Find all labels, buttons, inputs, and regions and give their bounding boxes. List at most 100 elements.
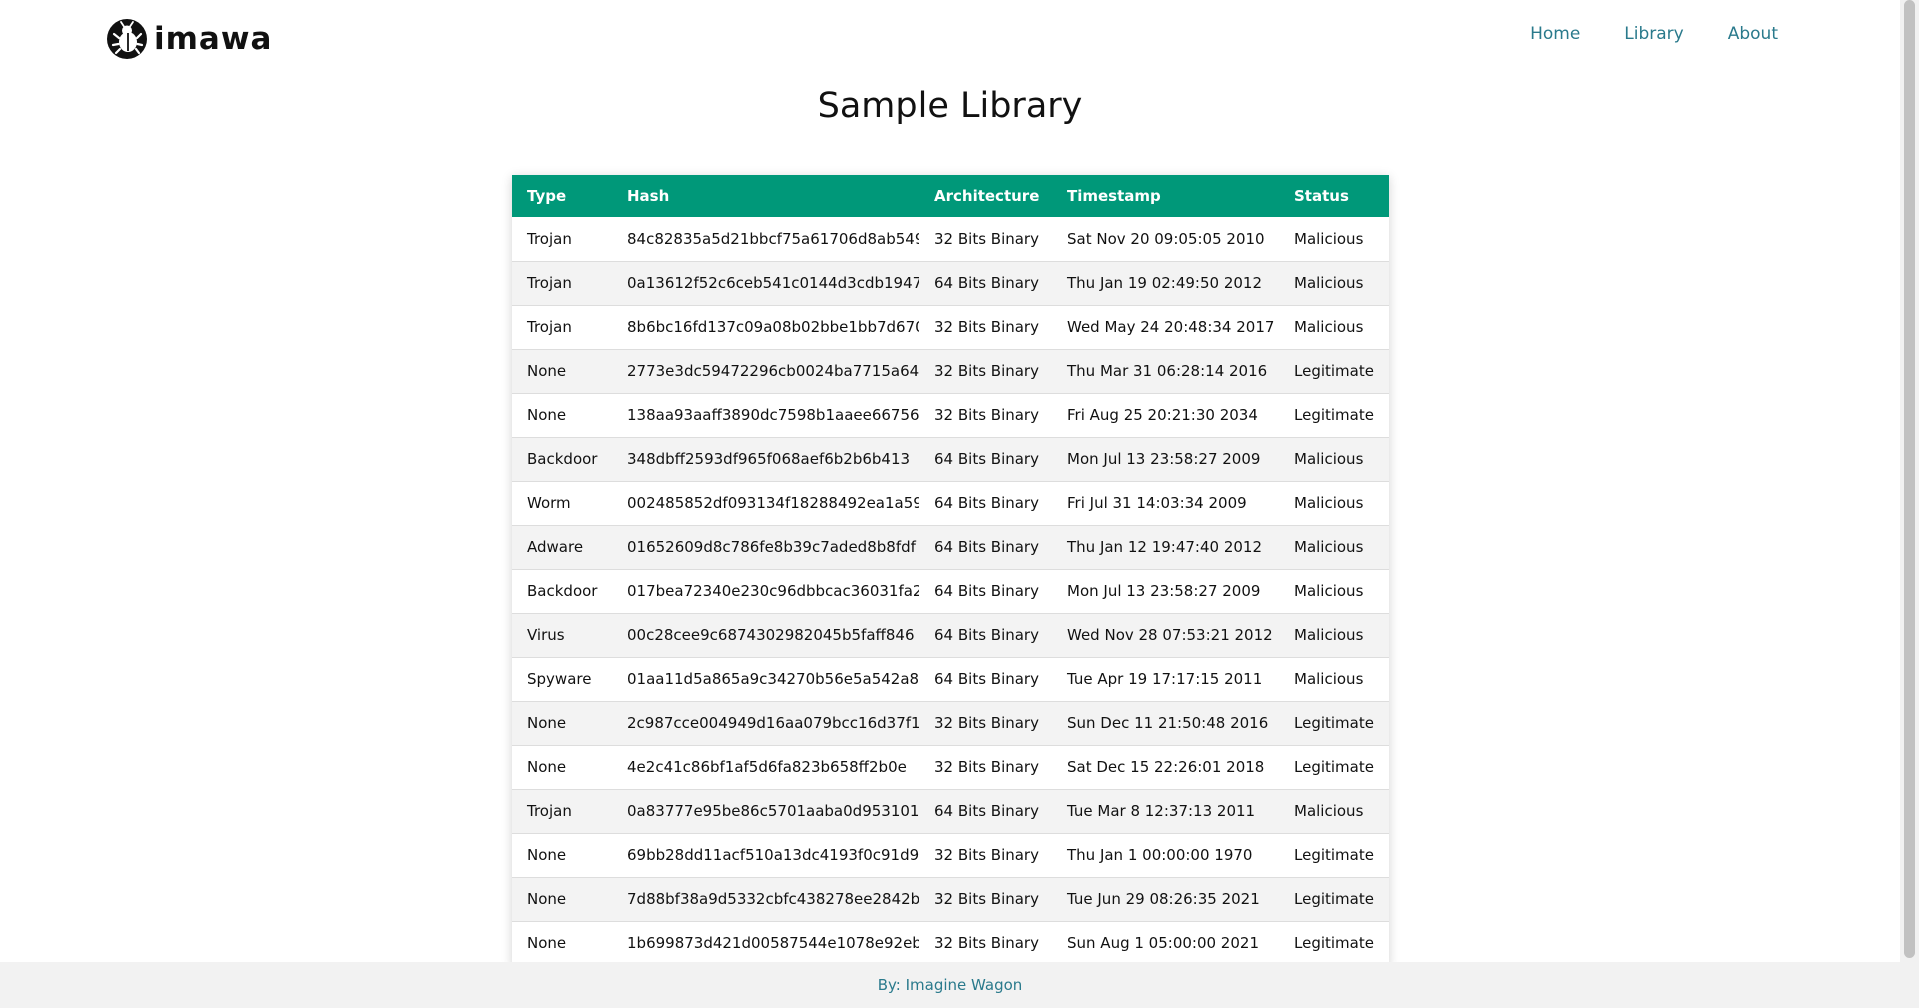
cell-architecture: 64 Bits Binary [919, 481, 1052, 526]
nav-home-link[interactable]: Home [1530, 24, 1580, 44]
cell-type: None [512, 921, 612, 966]
vertical-scrollbar[interactable] [1900, 0, 1919, 1008]
cell-type: None [512, 745, 612, 790]
nav-about-link[interactable]: About [1728, 24, 1778, 44]
cell-type: None [512, 701, 612, 746]
column-header-timestamp: Timestamp [1052, 175, 1279, 217]
cell-hash: 01aa11d5a865a9c34270b56e5a542a86 [612, 657, 919, 702]
table-row: None 1b699873d421d00587544e1078e92eb7 32 B… [512, 921, 1389, 966]
cell-architecture: 32 Bits Binary [919, 877, 1052, 922]
table-row: Spyware 01aa11d5a865a9c34270b56e5a542a86 6… [512, 657, 1389, 702]
cell-status: Legitimate [1279, 833, 1389, 878]
cell-status: Legitimate [1279, 701, 1389, 746]
cell-type: Worm [512, 481, 612, 526]
table-row: Trojan 0a83777e95be86c5701aaba0d9531015 64… [512, 789, 1389, 834]
table-row: Trojan 0a13612f52c6ceb541c0144d3cdb1947 64… [512, 261, 1389, 306]
column-header-type: Type [512, 175, 612, 217]
cell-status: Malicious [1279, 569, 1389, 614]
brand-name: imawa [154, 21, 273, 57]
table-row: None 4e2c41c86bf1af5d6fa823b658ff2b0e 32 B… [512, 745, 1389, 790]
cell-architecture: 64 Bits Binary [919, 261, 1052, 306]
table-header-row: Type Hash Architecture Timestamp Status [512, 175, 1389, 217]
footer-credit: By: Imagine Wagon [877, 976, 1023, 994]
brand-home-link[interactable]: imawa [106, 18, 272, 60]
table-row: Trojan 84c82835a5d21bbcf75a61706d8ab549 32… [512, 217, 1389, 262]
cell-timestamp: Fri Jul 31 14:03:34 2009 [1052, 481, 1279, 526]
cell-architecture: 32 Bits Binary [919, 217, 1052, 262]
cell-timestamp: Thu Jan 19 02:49:50 2012 [1052, 261, 1279, 306]
table-row: Backdoor 348dbff2593df965f068aef6b2b6b413… [512, 437, 1389, 482]
table-row: None 69bb28dd11acf510a13dc4193f0c91d9 32 B… [512, 833, 1389, 878]
cell-hash: 00c28cee9c6874302982045b5faff846 [612, 613, 919, 658]
cell-architecture: 32 Bits Binary [919, 305, 1052, 350]
cell-timestamp: Tue Mar 8 12:37:13 2011 [1052, 789, 1279, 834]
cell-architecture: 32 Bits Binary [919, 745, 1052, 790]
cell-status: Malicious [1279, 613, 1389, 658]
cell-status: Legitimate [1279, 877, 1389, 922]
footer: By: Imagine Wagon [0, 962, 1900, 1008]
cell-hash: 2c987cce004949d16aa079bcc16d37f1 [612, 701, 919, 746]
cell-timestamp: Sun Aug 1 05:00:00 2021 [1052, 921, 1279, 966]
cell-hash: 4e2c41c86bf1af5d6fa823b658ff2b0e [612, 745, 919, 790]
cell-type: Spyware [512, 657, 612, 702]
cell-timestamp: Thu Mar 31 06:28:14 2016 [1052, 349, 1279, 394]
cell-status: Malicious [1279, 657, 1389, 702]
table-row: Worm 002485852df093134f18288492ea1a59 64 B… [512, 481, 1389, 526]
cell-status: Malicious [1279, 789, 1389, 834]
nav-library-link[interactable]: Library [1624, 24, 1683, 44]
cell-hash: 138aa93aaff3890dc7598b1aaee66756 [612, 393, 919, 438]
cell-type: Backdoor [512, 569, 612, 614]
cell-timestamp: Sat Nov 20 09:05:05 2010 [1052, 217, 1279, 262]
cell-status: Malicious [1279, 525, 1389, 570]
bug-logo-icon [107, 19, 147, 59]
table-row: None 2773e3dc59472296cb0024ba7715a64e 32 B… [512, 349, 1389, 394]
cell-status: Malicious [1279, 261, 1389, 306]
cell-architecture: 32 Bits Binary [919, 701, 1052, 746]
cell-type: Trojan [512, 261, 612, 306]
cell-status: Malicious [1279, 217, 1389, 262]
table-row: Adware 01652609d8c786fe8b39c7aded8b8fdf 64… [512, 525, 1389, 570]
nav-links: Home Library About [1530, 24, 1778, 44]
table-row: None 138aa93aaff3890dc7598b1aaee66756 32 B… [512, 393, 1389, 438]
table-row: Virus 00c28cee9c6874302982045b5faff846 64 … [512, 613, 1389, 658]
cell-architecture: 32 Bits Binary [919, 833, 1052, 878]
scrollbar-thumb[interactable] [1904, 0, 1915, 958]
cell-timestamp: Sat Dec 15 22:26:01 2018 [1052, 745, 1279, 790]
column-header-architecture: Architecture [919, 175, 1052, 217]
cell-architecture: 64 Bits Binary [919, 789, 1052, 834]
cell-status: Malicious [1279, 305, 1389, 350]
cell-type: None [512, 877, 612, 922]
table-row: Backdoor 017bea72340e230c96dbbcac36031fa2… [512, 569, 1389, 614]
cell-hash: 8b6bc16fd137c09a08b02bbe1bb7d670 [612, 305, 919, 350]
cell-timestamp: Wed Nov 28 07:53:21 2012 [1052, 613, 1279, 658]
cell-hash: 01652609d8c786fe8b39c7aded8b8fdf [612, 525, 919, 570]
table-row: None 7d88bf38a9d5332cbfc438278ee2842b 32 B… [512, 877, 1389, 922]
cell-architecture: 64 Bits Binary [919, 613, 1052, 658]
cell-timestamp: Mon Jul 13 23:58:27 2009 [1052, 569, 1279, 614]
cell-status: Legitimate [1279, 393, 1389, 438]
cell-timestamp: Tue Jun 29 08:26:35 2021 [1052, 877, 1279, 922]
cell-type: None [512, 349, 612, 394]
cell-status: Legitimate [1279, 921, 1389, 966]
cell-timestamp: Thu Jan 12 19:47:40 2012 [1052, 525, 1279, 570]
cell-architecture: 64 Bits Binary [919, 525, 1052, 570]
cell-status: Malicious [1279, 481, 1389, 526]
cell-architecture: 64 Bits Binary [919, 569, 1052, 614]
cell-timestamp: Mon Jul 13 23:58:27 2009 [1052, 437, 1279, 482]
cell-hash: 002485852df093134f18288492ea1a59 [612, 481, 919, 526]
sample-table-container: Type Hash Architecture Timestamp Status … [512, 175, 1389, 966]
column-header-hash: Hash [612, 175, 919, 217]
cell-type: None [512, 393, 612, 438]
navbar: imawa Home Library About [0, 0, 1900, 76]
cell-architecture: 32 Bits Binary [919, 393, 1052, 438]
cell-hash: 84c82835a5d21bbcf75a61706d8ab549 [612, 217, 919, 262]
cell-hash: 0a83777e95be86c5701aaba0d9531015 [612, 789, 919, 834]
cell-status: Legitimate [1279, 745, 1389, 790]
cell-architecture: 64 Bits Binary [919, 657, 1052, 702]
page: imawa Home Library About Sample Library … [0, 0, 1919, 1008]
column-header-status: Status [1279, 175, 1389, 217]
table-body: Trojan 84c82835a5d21bbcf75a61706d8ab549 32… [512, 217, 1389, 966]
cell-timestamp: Wed May 24 20:48:34 2017 [1052, 305, 1279, 350]
viewport: imawa Home Library About Sample Library … [0, 0, 1900, 1008]
cell-architecture: 64 Bits Binary [919, 437, 1052, 482]
